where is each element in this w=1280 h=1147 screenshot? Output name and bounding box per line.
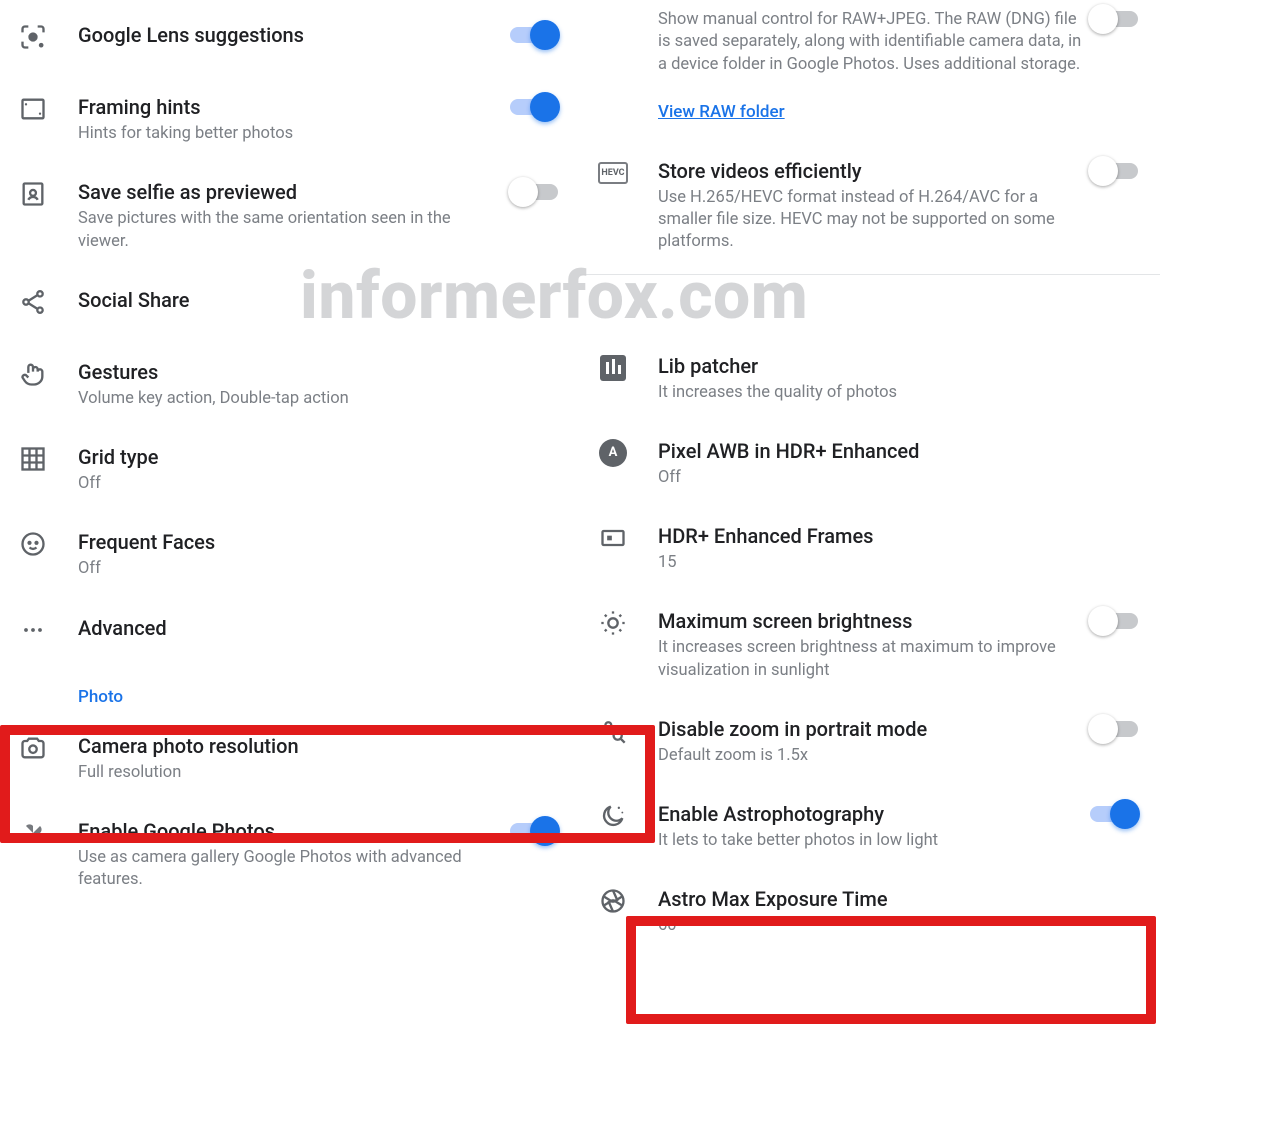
title: Disable zoom in portrait mode xyxy=(658,716,1076,742)
face-icon xyxy=(16,527,50,561)
toggle[interactable] xyxy=(1090,4,1138,32)
setting-enable-astrophotography[interactable]: Enable Astrophotography It lets to take … xyxy=(580,783,1160,868)
subtitle: 15 xyxy=(658,552,1076,574)
setting-google-lens[interactable]: Google Lens suggestions xyxy=(0,4,580,76)
framing-icon xyxy=(16,92,50,126)
section-photo: Photo xyxy=(0,679,580,715)
setting-framing-hints[interactable]: Framing hints Hints for taking better ph… xyxy=(0,76,580,161)
setting-hdr-frames[interactable]: HDR+ Enhanced Frames 15 xyxy=(580,505,1160,590)
title: Google Lens suggestions xyxy=(78,22,496,48)
awb-icon: A xyxy=(596,436,630,470)
grid-icon xyxy=(16,442,50,476)
setting-save-selfie[interactable]: Save selfie as previewed Save pictures w… xyxy=(0,161,580,269)
subtitle: Off xyxy=(78,473,496,495)
dots-icon xyxy=(16,613,50,647)
subtitle: Full resolution xyxy=(78,762,496,784)
setting-grid-type[interactable]: Grid type Off xyxy=(0,426,580,511)
setting-store-videos[interactable]: HEVC Store videos efficiently Use H.265/… xyxy=(580,140,1160,270)
setting-lib-patcher[interactable]: Lib patcher It increases the quality of … xyxy=(580,335,1160,420)
subtitle: Default zoom is 1.5x xyxy=(658,745,1076,767)
title: Framing hints xyxy=(78,94,496,120)
gesture-icon xyxy=(16,357,50,391)
setting-frequent-faces[interactable]: Frequent Faces Off xyxy=(0,511,580,596)
title: Store videos efficiently xyxy=(658,158,1090,184)
subtitle: Use as camera gallery Google Photos with… xyxy=(78,847,500,892)
setting-advanced[interactable]: Advanced xyxy=(0,597,580,679)
title: Astro Max Exposure Time xyxy=(658,886,1076,912)
title: Frequent Faces xyxy=(78,529,496,555)
title: Lib patcher xyxy=(658,353,1076,379)
link-view-raw-folder[interactable]: View RAW folder xyxy=(580,92,785,140)
title: Gestures xyxy=(78,359,496,385)
shutter-icon xyxy=(596,884,630,918)
hdr-icon xyxy=(596,521,630,555)
selfie-icon xyxy=(16,177,50,211)
subtitle: It lets to take better photos in low lig… xyxy=(658,830,1076,852)
toggle[interactable] xyxy=(510,816,558,844)
subtitle: Volume key action, Double-tap action xyxy=(78,388,496,410)
subtitle: Off xyxy=(78,558,496,580)
toggle[interactable] xyxy=(1090,714,1138,742)
setting-max-brightness[interactable]: Maximum screen brightness It increases s… xyxy=(580,590,1160,698)
title: Pixel AWB in HDR+ Enhanced xyxy=(658,438,1076,464)
title: Advanced xyxy=(78,615,496,641)
subtitle: Hints for taking better photos xyxy=(78,123,496,145)
moon-icon xyxy=(596,799,630,833)
divider xyxy=(580,274,1160,275)
title: Camera photo resolution xyxy=(78,733,496,759)
toggle[interactable] xyxy=(1090,606,1138,634)
setting-raw-control[interactable]: Show manual control for RAW+JPEG. The RA… xyxy=(580,4,1160,92)
title: Enable Google Photos xyxy=(78,818,500,844)
camera-icon xyxy=(16,731,50,765)
toggle[interactable] xyxy=(510,177,558,205)
subtitle: Save pictures with the same orientation … xyxy=(78,208,497,253)
toggle[interactable] xyxy=(1090,156,1138,184)
title: Save selfie as previewed xyxy=(78,179,497,205)
title: Grid type xyxy=(78,444,496,470)
setting-astro-max-exposure[interactable]: Astro Max Exposure Time 60 xyxy=(580,868,1160,953)
setting-camera-resolution[interactable]: Camera photo resolution Full resolution xyxy=(0,715,580,800)
setting-disable-portrait-zoom[interactable]: Disable zoom in portrait mode Default zo… xyxy=(580,698,1160,783)
setting-gestures[interactable]: Gestures Volume key action, Double-tap a… xyxy=(0,341,580,426)
zoom-icon xyxy=(596,714,630,748)
brightness-icon xyxy=(596,606,630,640)
lib-icon xyxy=(596,351,630,385)
title: Social Share xyxy=(78,287,496,313)
setting-pixel-awb[interactable]: A Pixel AWB in HDR+ Enhanced Off xyxy=(580,420,1160,505)
lens-icon xyxy=(16,20,50,54)
title: Maximum screen brightness xyxy=(658,608,1090,634)
subtitle: 60 xyxy=(658,915,1076,937)
share-icon xyxy=(16,285,50,319)
subtitle: It increases the quality of photos xyxy=(658,382,1076,404)
setting-social-share[interactable]: Social Share xyxy=(0,269,580,341)
toggle[interactable] xyxy=(510,92,558,120)
hevc-icon: HEVC xyxy=(596,156,630,190)
title: HDR+ Enhanced Frames xyxy=(658,523,1076,549)
subtitle: Off xyxy=(658,467,1076,489)
toggle[interactable] xyxy=(510,20,558,48)
raw-icon xyxy=(596,4,630,38)
subtitle: Use H.265/HEVC format instead of H.264/A… xyxy=(658,187,1090,254)
photos-icon xyxy=(16,816,50,850)
toggle[interactable] xyxy=(1090,799,1138,827)
setting-enable-google-photos[interactable]: Enable Google Photos Use as camera galle… xyxy=(0,800,580,908)
title: Enable Astrophotography xyxy=(658,801,1076,827)
subtitle: Show manual control for RAW+JPEG. The RA… xyxy=(658,9,1090,76)
subtitle: It increases screen brightness at maximu… xyxy=(658,637,1090,682)
